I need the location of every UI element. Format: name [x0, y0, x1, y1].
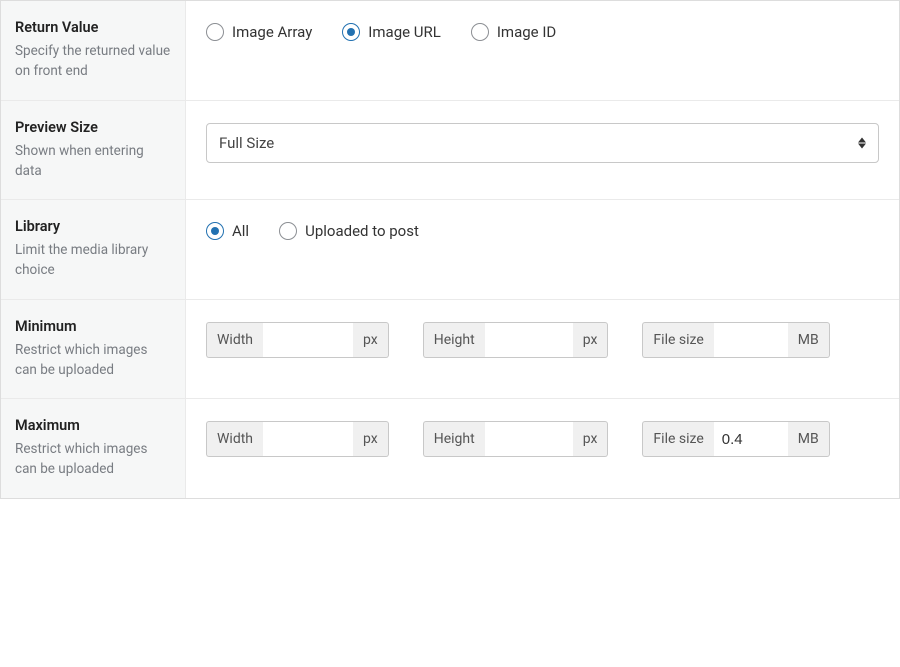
radio-label-image-url: Image URL [368, 23, 441, 41]
row-maximum: Maximum Restrict which images can be upl… [1, 399, 899, 498]
library-title: Library [15, 218, 171, 235]
maximum-input-row: Width px Height px File size MB [206, 421, 879, 457]
control-maximum: Width px Height px File size MB [186, 399, 899, 498]
preview-size-value: Full Size [206, 123, 879, 163]
max-height-unit: px [573, 421, 609, 457]
label-minimum: Minimum Restrict which images can be upl… [1, 300, 186, 399]
row-minimum: Minimum Restrict which images can be upl… [1, 300, 899, 400]
radio-icon [206, 23, 224, 41]
min-height-unit: px [573, 322, 609, 358]
library-desc: Limit the media library choice [15, 240, 171, 281]
acf-field-settings: Return Value Specify the returned value … [0, 0, 900, 499]
radio-label-all: All [232, 222, 249, 240]
max-height-input[interactable] [485, 421, 573, 457]
max-filesize-unit: MB [788, 421, 830, 457]
preview-size-desc: Shown when entering data [15, 141, 171, 182]
row-preview-size: Preview Size Shown when entering data Fu… [1, 101, 899, 201]
radio-icon [279, 222, 297, 240]
label-library: Library Limit the media library choice [1, 200, 186, 299]
control-library: All Uploaded to post [186, 200, 899, 299]
return-value-radio-group: Image Array Image URL Image ID [206, 23, 879, 41]
radio-image-id[interactable]: Image ID [471, 23, 556, 41]
control-minimum: Width px Height px File size MB [186, 300, 899, 399]
minimum-desc: Restrict which images can be uploaded [15, 340, 171, 381]
max-height-group: Height px [423, 421, 609, 457]
return-value-desc: Specify the returned value on front end [15, 41, 171, 82]
label-preview-size: Preview Size Shown when entering data [1, 101, 186, 200]
min-width-label: Width [206, 322, 263, 358]
radio-icon [471, 23, 489, 41]
min-width-group: Width px [206, 322, 389, 358]
radio-image-url[interactable]: Image URL [342, 23, 441, 41]
return-value-title: Return Value [15, 19, 171, 36]
label-return-value: Return Value Specify the returned value … [1, 1, 186, 100]
max-filesize-group: File size MB [642, 421, 829, 457]
max-height-label: Height [423, 421, 485, 457]
max-filesize-label: File size [642, 421, 713, 457]
max-width-group: Width px [206, 421, 389, 457]
radio-icon [206, 222, 224, 240]
radio-image-array[interactable]: Image Array [206, 23, 312, 41]
min-width-input[interactable] [263, 322, 353, 358]
radio-label-image-array: Image Array [232, 23, 312, 41]
radio-library-uploaded[interactable]: Uploaded to post [279, 222, 419, 240]
radio-icon [342, 23, 360, 41]
max-width-input[interactable] [263, 421, 353, 457]
maximum-title: Maximum [15, 417, 171, 434]
preview-size-select[interactable]: Full Size [206, 123, 879, 163]
minimum-input-row: Width px Height px File size MB [206, 322, 879, 358]
control-preview-size: Full Size [186, 101, 899, 200]
maximum-desc: Restrict which images can be uploaded [15, 439, 171, 480]
min-filesize-label: File size [642, 322, 713, 358]
library-radio-group: All Uploaded to post [206, 222, 879, 240]
min-filesize-group: File size MB [642, 322, 829, 358]
max-width-label: Width [206, 421, 263, 457]
max-filesize-input[interactable] [714, 421, 788, 457]
min-width-unit: px [353, 322, 389, 358]
radio-library-all[interactable]: All [206, 222, 249, 240]
control-return-value: Image Array Image URL Image ID [186, 1, 899, 100]
radio-label-image-id: Image ID [497, 23, 556, 41]
min-height-label: Height [423, 322, 485, 358]
radio-label-uploaded: Uploaded to post [305, 222, 419, 240]
min-filesize-unit: MB [788, 322, 830, 358]
min-filesize-input[interactable] [714, 322, 788, 358]
row-return-value: Return Value Specify the returned value … [1, 1, 899, 101]
max-width-unit: px [353, 421, 389, 457]
minimum-title: Minimum [15, 318, 171, 335]
row-library: Library Limit the media library choice A… [1, 200, 899, 300]
min-height-input[interactable] [485, 322, 573, 358]
preview-size-title: Preview Size [15, 119, 171, 136]
label-maximum: Maximum Restrict which images can be upl… [1, 399, 186, 498]
min-height-group: Height px [423, 322, 609, 358]
